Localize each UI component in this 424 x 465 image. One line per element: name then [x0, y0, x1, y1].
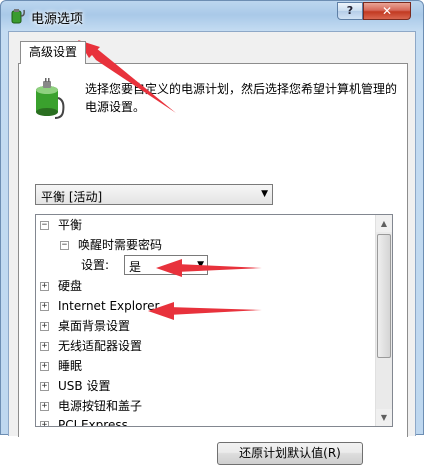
setting-value-select[interactable]: 是 ▼: [124, 255, 208, 275]
chevron-down-icon: ▼: [197, 260, 204, 270]
description-text: 选择您要自定义的电源计划，然后选择您希望计算机管理的电源设置。: [85, 82, 398, 114]
battery-plug-icon: [36, 78, 65, 119]
setting-label: 设置:: [81, 258, 110, 272]
collapse-icon[interactable]: −: [40, 221, 49, 230]
tree-item-label: 电源按钮和盖子: [58, 399, 143, 413]
power-plan-select[interactable]: 平衡 [活动] ▼: [35, 184, 273, 205]
restore-defaults-button[interactable]: 还原计划默认值(R): [217, 442, 363, 465]
scroll-up-icon[interactable]: ▲: [376, 215, 392, 232]
scroll-down-icon[interactable]: ▼: [376, 409, 392, 426]
tab-advanced-settings[interactable]: 高级设置: [20, 41, 86, 64]
expand-icon[interactable]: +: [40, 402, 49, 411]
expand-icon[interactable]: +: [40, 302, 49, 311]
tree-item-label: 无线适配器设置: [58, 339, 143, 353]
expand-icon[interactable]: +: [40, 322, 49, 331]
tree-item-label: Internet Explorer: [58, 299, 160, 313]
help-button[interactable]: ?: [337, 2, 363, 20]
power-plan-select-value: 平衡 [活动]: [41, 190, 103, 204]
tree-item-label: 硬盘: [58, 279, 83, 293]
expand-icon[interactable]: +: [40, 342, 49, 351]
expand-icon[interactable]: +: [40, 282, 49, 291]
window-title: 电源选项: [31, 12, 84, 27]
settings-tree[interactable]: − 平衡 − 唤醒时需要密码 设置: 是 ▼ + 硬盘 + Internet E…: [35, 214, 393, 427]
scrollbar-thumb[interactable]: [377, 234, 391, 358]
expand-icon[interactable]: +: [40, 421, 49, 426]
tree-item-label: USB 设置: [58, 379, 111, 393]
power-plan-icon: [11, 9, 25, 24]
tree-item-label: 桌面背景设置: [58, 319, 131, 333]
tree-item-label: 平衡: [58, 218, 83, 232]
vertical-scrollbar[interactable]: ▲ ▼: [375, 215, 392, 426]
power-options-window: 电源选项 ? ✕ 高级设置 选择您要自定义的电源计划，然后选择您希望计算机管理的…: [0, 0, 424, 465]
tree-item-label: 睡眠: [58, 359, 83, 373]
expand-icon[interactable]: +: [40, 362, 49, 371]
tree-item-label: 唤醒时需要密码: [78, 238, 163, 252]
close-button[interactable]: ✕: [363, 2, 411, 20]
dialog-client-area: 高级设置 选择您要自定义的电源计划，然后选择您希望计算机管理的电源设置。 平衡 …: [8, 31, 416, 465]
tree-item-label: PCI Express: [58, 418, 128, 427]
expand-icon[interactable]: +: [40, 382, 49, 391]
chevron-down-icon: ▼: [261, 189, 268, 199]
collapse-icon[interactable]: −: [60, 241, 69, 250]
title-bar[interactable]: 电源选项 ? ✕: [1, 1, 423, 31]
advanced-settings-panel: 选择您要自定义的电源计划，然后选择您希望计算机管理的电源设置。 平衡 [活动] …: [18, 63, 408, 465]
setting-value: 是: [129, 260, 142, 274]
